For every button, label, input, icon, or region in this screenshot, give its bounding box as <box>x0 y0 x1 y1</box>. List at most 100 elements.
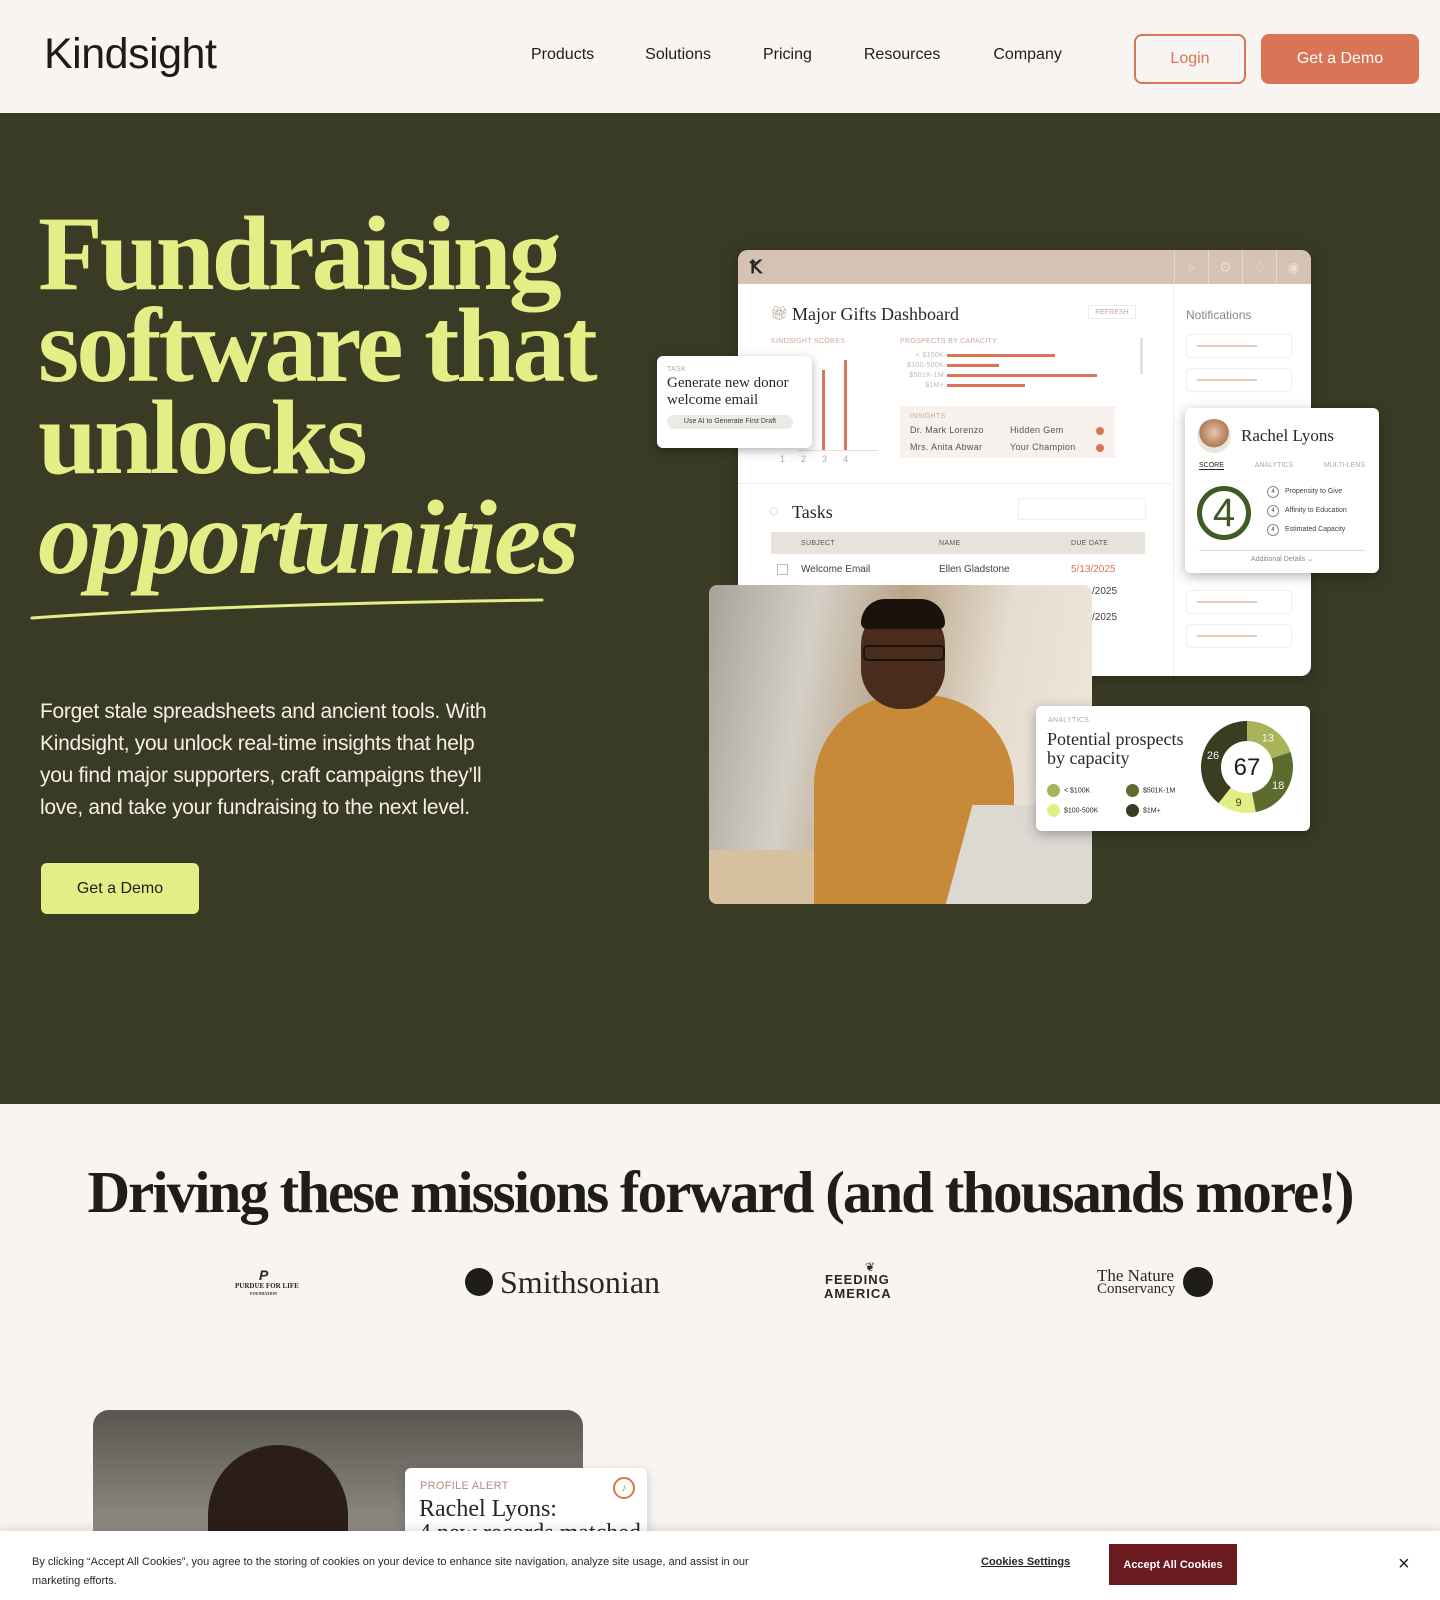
insight-dot <box>1096 444 1104 452</box>
row-date: /2025 <box>1092 612 1118 623</box>
login-button[interactable]: Login <box>1134 34 1246 84</box>
insight-tag: Your Champion <box>1010 442 1076 452</box>
score-item-value: 4 <box>1267 524 1279 536</box>
headline-underline <box>30 598 544 620</box>
client-name: FOUNDATION <box>250 1291 278 1296</box>
nav-resources[interactable]: Resources <box>864 46 940 64</box>
row-checkbox <box>777 564 788 575</box>
insight-name: Mrs. Anita Abwar <box>910 442 983 452</box>
divider <box>1173 284 1174 676</box>
accept-cookies-button[interactable]: Accept All Cookies <box>1109 1544 1237 1585</box>
x-tick: 2 <box>801 454 807 464</box>
legend-item: $501K-1M <box>1126 784 1175 797</box>
donut-value-label: 18 <box>1272 780 1284 792</box>
cookie-text: By clicking “Accept All Cookies”, you ag… <box>32 1556 749 1587</box>
col-subject: SUBJECT <box>801 540 835 547</box>
analytics-title: Potential prospects by capacity <box>1047 729 1184 768</box>
row-subject: Welcome Email <box>801 564 871 575</box>
tab-multi-lens: MULTI-LENS <box>1323 462 1365 469</box>
site-header: Kindsight Products Solutions Pricing Res… <box>0 0 1440 113</box>
row-date: /2025 <box>1092 586 1118 597</box>
get-demo-button-header[interactable]: Get a Demo <box>1261 34 1419 84</box>
check-circle-icon: ◌ <box>769 503 779 520</box>
capacity-row-label: $100-500K <box>907 362 944 369</box>
nav-products[interactable]: Products <box>531 46 594 64</box>
capacity-label: PROSPECTS BY CAPACITY <box>900 338 998 345</box>
close-icon[interactable]: × <box>1398 1553 1410 1576</box>
ai-draft-button: Use AI to Generate First Draft <box>667 415 793 429</box>
task-title: Generate new donor welcome email <box>667 375 789 408</box>
insight-dot <box>1096 427 1104 435</box>
missions-title: Driving these missions forward (and thou… <box>87 1159 1354 1225</box>
score-bar <box>844 360 847 450</box>
bell-icon: ♪ <box>613 1477 635 1499</box>
scrollbar <box>1140 338 1143 374</box>
alert-name: Rachel Lyons: <box>419 1496 557 1522</box>
nav-company[interactable]: Company <box>993 46 1061 64</box>
chevron-down-icon: ⌄ <box>1307 556 1313 563</box>
user-icon: ◉ <box>1276 250 1310 284</box>
legend-label: $1M+ <box>1143 807 1161 815</box>
search-icon: ⌕ <box>1174 250 1208 284</box>
legend-item: $100-500K <box>1047 804 1098 817</box>
cookies-settings-link[interactable]: Cookies Settings <box>981 1556 1070 1568</box>
globe-icon <box>1183 1267 1213 1297</box>
main-nav: Products Solutions Pricing Resources Com… <box>512 46 1062 64</box>
capacity-row-label: $501K-1M <box>909 372 944 379</box>
legend-label: $501K-1M <box>1143 787 1176 795</box>
score-item-value: 4 <box>1267 486 1279 498</box>
tab-analytics: ANALYTICS <box>1254 462 1294 469</box>
profile-tabs: SCORE ANALYTICS MULTI-LENS <box>1199 462 1365 470</box>
client-name: Conservancy <box>1097 1281 1176 1297</box>
x-tick: 1 <box>780 454 786 464</box>
gear-icon: ⚙ <box>1208 250 1242 284</box>
tasks-search-input <box>1018 498 1146 520</box>
score-item-label: Affinity to Education <box>1285 507 1347 514</box>
donut-value-label: 26 <box>1207 750 1219 762</box>
capacity-bar <box>947 364 999 367</box>
col-name: NAME <box>939 540 961 547</box>
score-item: 4 Affinity to Education <box>1267 505 1347 517</box>
client-name: AMERICA <box>824 1286 892 1301</box>
nav-solutions[interactable]: Solutions <box>645 46 711 64</box>
purdue-mark-icon: P <box>259 1267 269 1283</box>
score-item: 4 Propensity to Give <box>1267 486 1342 498</box>
dashboard-topbar: Ꝁ ⌕ ⚙ ♢ ◉ <box>738 250 1311 284</box>
capacity-row-label: < $100K <box>915 352 944 359</box>
nav-pricing[interactable]: Pricing <box>763 46 812 64</box>
gift-icon: 🎁︎ <box>770 305 788 321</box>
row-name: Ellen Gladstone <box>939 564 1010 575</box>
client-name: FEEDING <box>825 1272 890 1287</box>
notification-item <box>1186 334 1292 358</box>
divider <box>738 483 1173 484</box>
score-item-label: Estimated Capacity <box>1285 526 1346 533</box>
col-due-date: DUE DATE <box>1071 540 1109 547</box>
get-demo-button-hero[interactable]: Get a Demo <box>41 863 199 914</box>
hero-headline: Fundraising software that unlocks opport… <box>38 201 598 591</box>
person-hair <box>861 599 945 629</box>
client-name: Smithsonian <box>500 1264 661 1300</box>
score-item: 4 Estimated Capacity <box>1267 524 1345 536</box>
insight-tag: Hidden Gem <box>1010 425 1064 435</box>
row-date: 5/13/2025 <box>1071 564 1116 575</box>
profile-card: Rachel Lyons SCORE ANALYTICS MULTI-LENS … <box>1185 408 1379 573</box>
divider <box>1199 550 1365 551</box>
legend-item: $1M+ <box>1126 804 1161 817</box>
refresh-button: REFRESH <box>1088 305 1136 319</box>
score-item-value: 4 <box>1267 505 1279 517</box>
score-axis <box>798 450 878 451</box>
tasks-title: Tasks <box>792 502 833 522</box>
capacity-bar <box>947 354 1055 357</box>
alert-label: PROFILE ALERT <box>420 1480 509 1492</box>
tasks-table-header: SUBJECT NAME DUE DATE <box>771 532 1145 554</box>
kindsight-logo[interactable]: Kindsight <box>44 30 217 79</box>
insight-name: Dr. Mark Lorenzo <box>910 425 984 435</box>
x-tick: 4 <box>843 454 849 464</box>
notification-item <box>1186 368 1292 392</box>
donut-value-label: 13 <box>1262 733 1274 745</box>
notification-item <box>1186 624 1292 648</box>
task-card: TASK Generate new donor welcome email Us… <box>657 356 812 448</box>
task-label: TASK <box>667 366 686 373</box>
additional-details: Additional Details ⌄ <box>1185 555 1379 563</box>
score-item-label: Propensity to Give <box>1285 488 1343 495</box>
